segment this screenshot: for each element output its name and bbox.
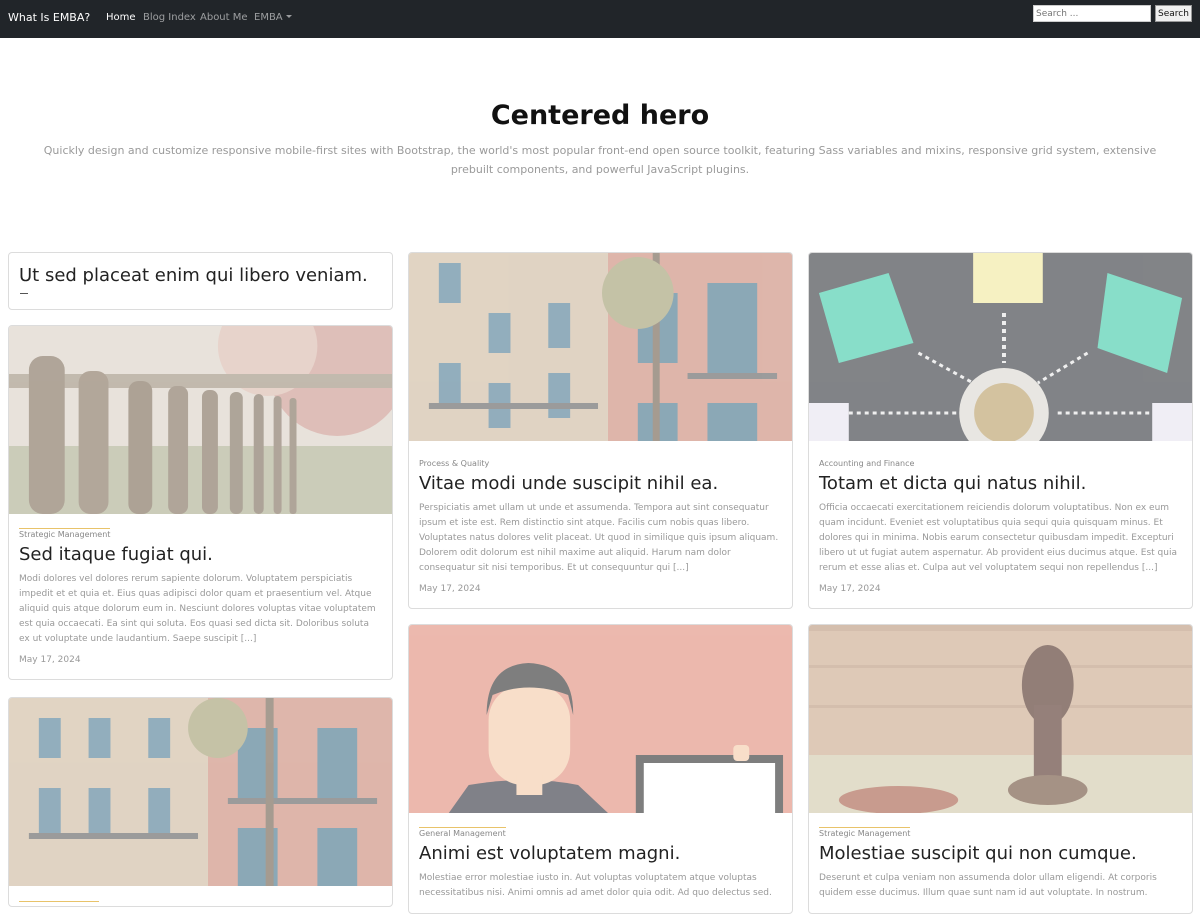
nav-link-blog-index[interactable]: Blog Index <box>143 12 196 23</box>
post-excerpt: Modi dolores vel dolores rerum sapiente … <box>19 574 376 644</box>
post-card: Strategic Management Molestiae suscipit … <box>808 624 1193 914</box>
post-body: General Management Animi est voluptatem … <box>419 821 782 901</box>
search-button[interactable]: Search <box>1155 5 1192 22</box>
post-card: Ut sed placeat enim qui libero veniam. <box>8 252 393 310</box>
post-excerpt: Perspiciatis amet ullam ut unde et assum… <box>419 503 779 573</box>
post-card: Process & Quality Vitae modi unde suscip… <box>408 252 793 609</box>
post-body: Strategic Management Sed itaque fugiat q… <box>19 522 382 665</box>
caret-down-icon <box>285 15 292 18</box>
post-title[interactable]: Animi est voluptatem magni. <box>419 843 782 865</box>
post-title[interactable]: Vitae modi unde suscipit nihil ea. <box>419 473 782 495</box>
post-date: May 17, 2024 <box>819 584 881 594</box>
post-title[interactable]: Totam et dicta qui natus nihil. <box>819 473 1182 495</box>
post-excerpt: Molestiae error molestiae iusto in. Aut … <box>419 873 772 898</box>
nav-link-home[interactable]: Home <box>106 12 136 23</box>
post-excerpt: Officia occaecati exercitationem reicien… <box>819 503 1177 573</box>
post-card: Accounting and Finance Totam et dicta qu… <box>808 252 1193 609</box>
post-image-building[interactable] <box>409 253 792 441</box>
post-image-lightbulb[interactable] <box>809 253 1192 441</box>
post-category[interactable]: Accounting and Finance <box>819 457 914 468</box>
post-category[interactable]: Process & Quality <box>419 457 489 468</box>
post-body: Strategic Management Molestiae suscipit … <box>819 821 1182 901</box>
post-date: May 17, 2024 <box>419 584 481 594</box>
divider <box>20 293 28 294</box>
post-category[interactable]: General Management <box>419 827 506 838</box>
nav-link-about-me[interactable]: About Me <box>200 12 248 23</box>
post-category[interactable]: Strategic Management <box>19 528 111 539</box>
post-card: General Management Animi est voluptatem … <box>408 624 793 914</box>
post-date: May 17, 2024 <box>19 655 81 665</box>
post-category[interactable] <box>19 901 99 906</box>
post-body: Accounting and Finance Totam et dicta qu… <box>819 451 1182 594</box>
post-card: Strategic Management Sed itaque fugiat q… <box>8 325 393 680</box>
navbar: What Is EMBA? Home Blog Index About Me E… <box>0 0 1200 38</box>
post-card <box>8 697 393 907</box>
post-body: Process & Quality Vitae modi unde suscip… <box>419 451 782 594</box>
post-body <box>19 894 382 906</box>
post-image-person-tablet[interactable] <box>409 625 792 813</box>
nav-dropdown-emba-label: EMBA <box>254 12 283 23</box>
post-title[interactable]: Ut sed placeat enim qui libero veniam. <box>19 264 368 288</box>
post-title[interactable]: Sed itaque fugiat qui. <box>19 544 382 566</box>
post-category[interactable]: Strategic Management <box>819 827 911 838</box>
hero-lead: Quickly design and customize responsive … <box>43 144 1157 176</box>
hero-title: Centered hero <box>490 100 710 131</box>
post-excerpt: Deserunt et culpa veniam non assumenda d… <box>819 873 1157 898</box>
post-image-wax-stamp[interactable] <box>809 625 1192 813</box>
post-title[interactable]: Molestiae suscipit qui non cumque. <box>819 843 1182 865</box>
nav-dropdown-emba[interactable]: EMBA <box>254 12 292 23</box>
search-input[interactable] <box>1033 5 1151 22</box>
post-image-building[interactable] <box>9 698 392 886</box>
post-image-fence[interactable] <box>9 326 392 514</box>
brand-logo[interactable]: What Is EMBA? <box>8 11 90 24</box>
